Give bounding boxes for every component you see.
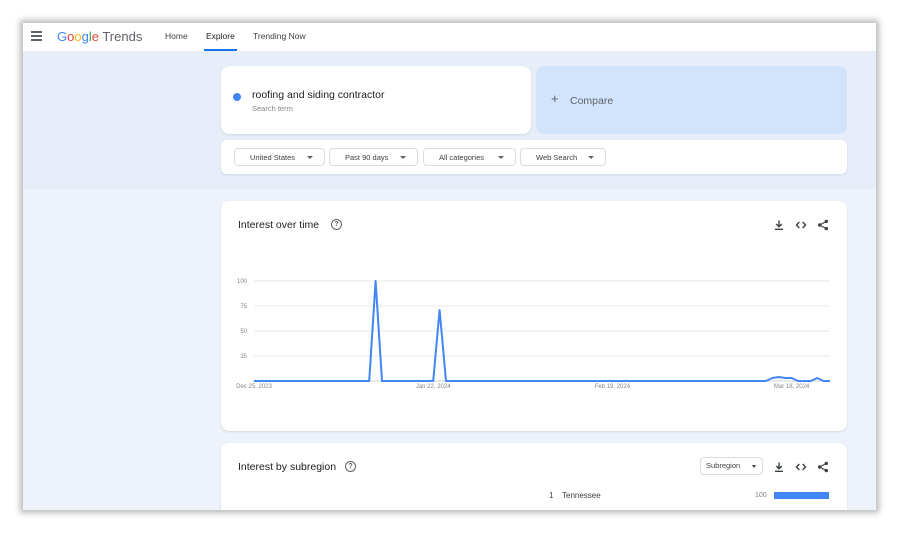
interest-over-time-title: Interest over time [238, 219, 320, 231]
compare-button[interactable]: + Compare [536, 66, 847, 134]
region-filter[interactable]: United States [234, 148, 325, 166]
embed-icon[interactable] [795, 461, 807, 473]
download-icon[interactable] [773, 219, 785, 231]
time-range-filter[interactable]: Past 90 days [329, 148, 418, 166]
share-icon[interactable] [817, 461, 829, 473]
subregion-rank: 1 [549, 491, 554, 500]
help-icon[interactable]: ? [345, 461, 356, 472]
interest-over-time-card: Interest over time ? 100 75 50 25 Dec 25, 20… [221, 201, 847, 431]
term-color-dot [233, 93, 241, 101]
search-term-card[interactable]: roofing and siding contractor Search ter… [221, 66, 531, 134]
subregion-name[interactable]: Tennessee [562, 491, 601, 500]
filters-bar: United States Past 90 days All categorie… [221, 140, 847, 174]
y-tick-label: 50 [240, 329, 247, 335]
browser-viewport: Google Trends Home Explore Trending Now … [23, 23, 876, 510]
help-icon[interactable]: ? [331, 219, 342, 230]
caret-down-icon [498, 156, 504, 159]
x-tick-label: Feb 19, 2024 [595, 384, 631, 390]
nav-explore[interactable]: Explore [204, 23, 237, 51]
download-icon[interactable] [773, 461, 785, 473]
y-tick-label: 25 [240, 354, 247, 360]
interest-by-subregion-card: Interest by subregion ? Subregion 1 Tenn… [221, 443, 847, 510]
caret-down-icon [752, 465, 756, 468]
interest-line-chart[interactable]: 100 75 50 25 Dec 25, 2023 Jan 22, 2024 Feb 19,… [221, 261, 847, 401]
subregion-value-bar [774, 492, 829, 499]
google-trends-logo[interactable]: Google Trends [57, 28, 142, 46]
nav-home[interactable]: Home [165, 23, 188, 51]
embed-icon[interactable] [795, 219, 807, 231]
share-icon[interactable] [817, 219, 829, 231]
nav-trending-now[interactable]: Trending Now [253, 23, 306, 51]
x-tick-label: Jan 22, 2024 [416, 384, 451, 390]
x-tick-label: Dec 25, 2023 [236, 384, 272, 390]
caret-down-icon [588, 156, 594, 159]
search-term-type: Search term [252, 104, 293, 113]
search-term-text[interactable]: roofing and siding contractor [252, 89, 385, 101]
top-app-bar: Google Trends Home Explore Trending Now [23, 23, 876, 52]
y-tick-label: 75 [240, 304, 247, 310]
plus-icon: + [551, 91, 559, 106]
caret-down-icon [400, 156, 406, 159]
subregion-value: 100 [755, 492, 767, 499]
search-type-filter[interactable]: Web Search [520, 148, 606, 166]
subregion-select[interactable]: Subregion [700, 457, 763, 475]
menu-icon[interactable] [31, 31, 42, 41]
x-tick-label: Mar 18, 2024 [774, 384, 810, 390]
category-filter[interactable]: All categories [423, 148, 516, 166]
y-tick-label: 100 [237, 279, 248, 285]
caret-down-icon [307, 156, 313, 159]
compare-label: Compare [570, 95, 614, 107]
logo-trends-text: Trends [102, 29, 143, 44]
interest-by-subregion-title: Interest by subregion [238, 461, 337, 473]
